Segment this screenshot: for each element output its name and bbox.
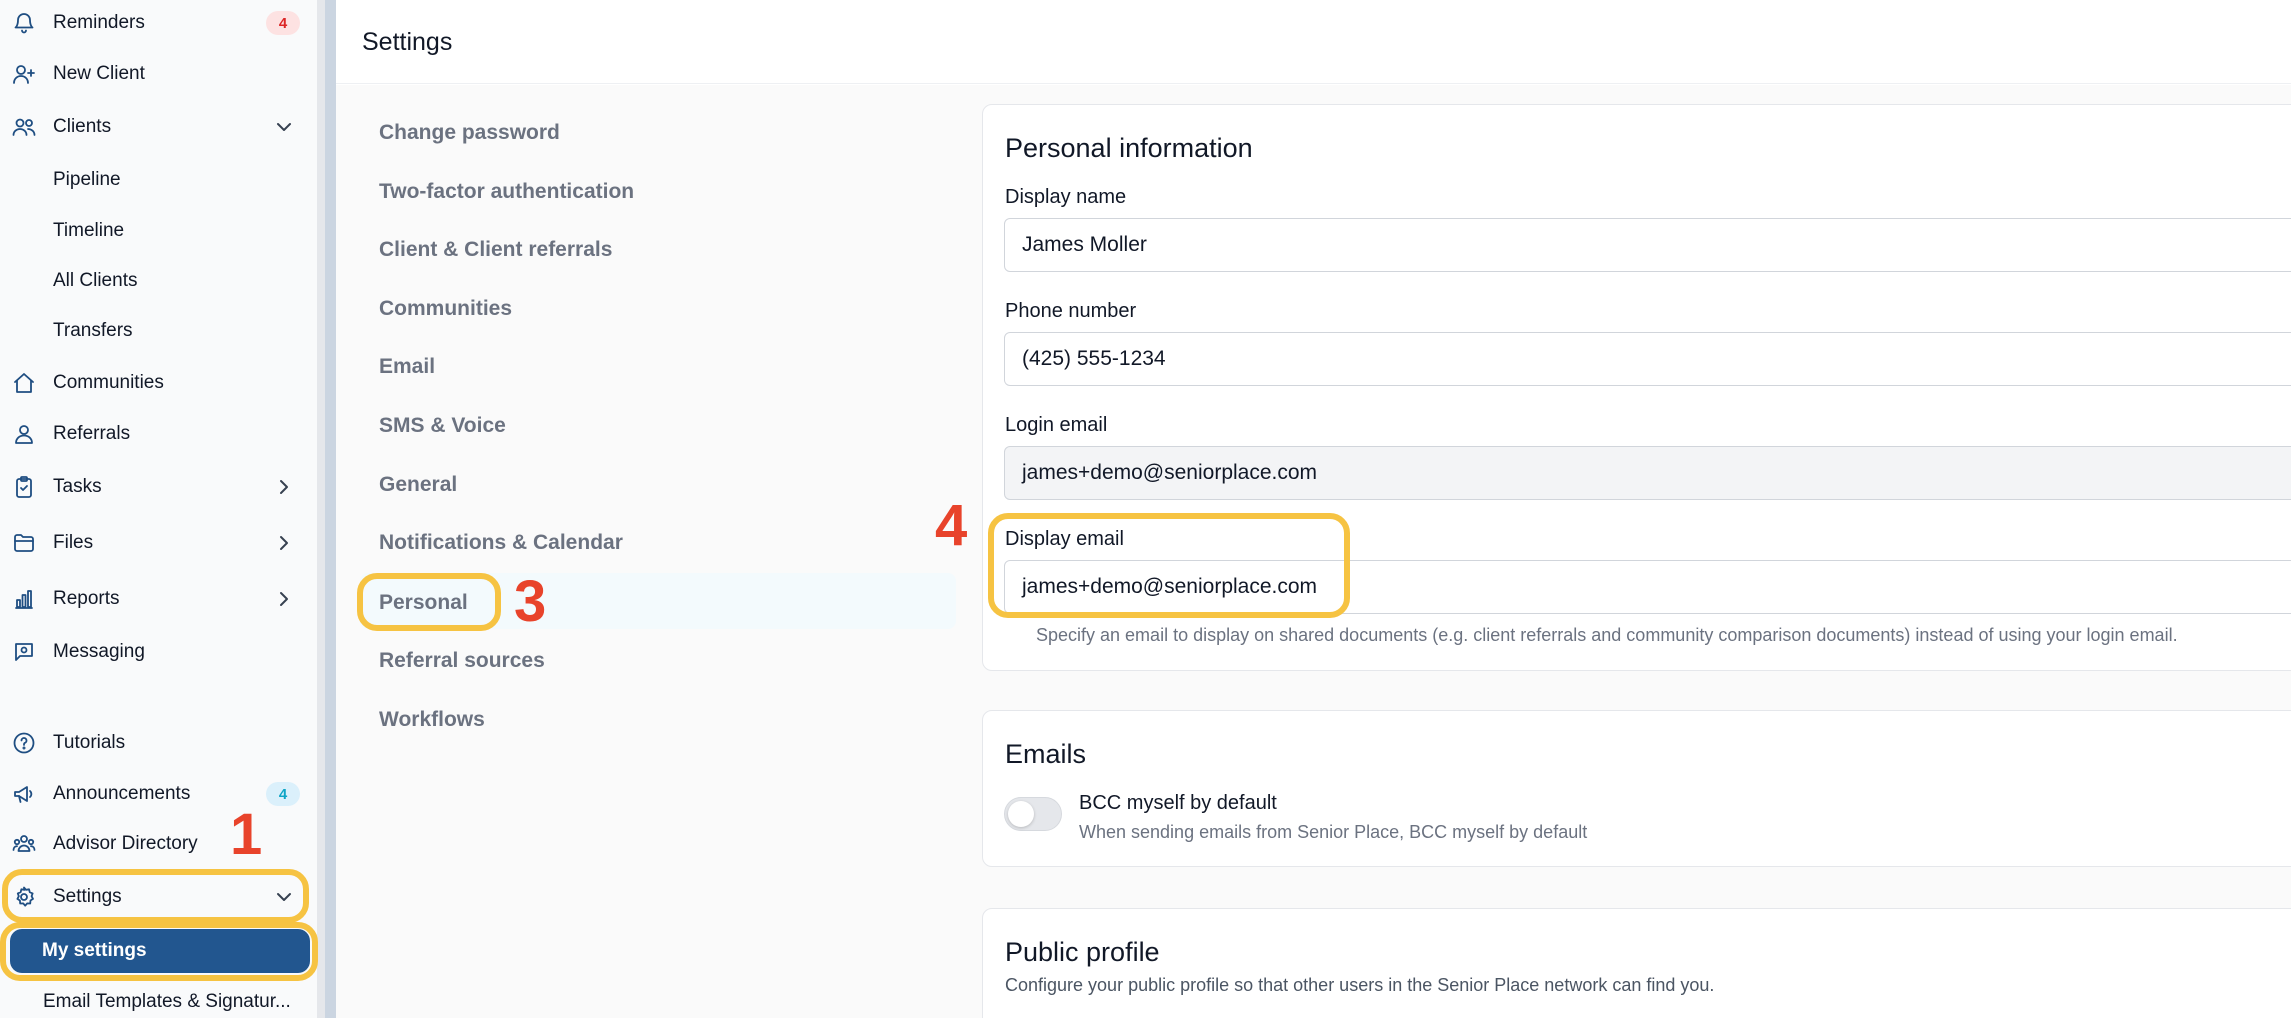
public-profile-description: Configure your public profile so that ot… — [1005, 975, 1715, 995]
user-group-icon — [10, 830, 38, 858]
menu-item-email[interactable]: Email — [379, 355, 435, 379]
emails-title: Emails — [1005, 739, 1087, 769]
user-icon — [10, 420, 38, 448]
sidebar-item-label: Files — [53, 532, 94, 553]
folder-icon — [10, 529, 38, 557]
home-icon — [10, 369, 38, 397]
sidebar-item-clients[interactable]: Clients — [0, 105, 317, 149]
sidebar-item-announcements[interactable]: Announcements 4 — [0, 772, 317, 816]
step-3-annotation: 3 — [514, 569, 547, 634]
toggle-knob — [1008, 801, 1034, 827]
emails-card — [982, 710, 2291, 867]
sidebar-item-label: Reports — [53, 588, 120, 609]
my-settings-highlight-ring — [0, 922, 318, 981]
display-email-hint: Specify an email to display on shared do… — [1036, 625, 2178, 645]
chat-icon — [10, 638, 38, 666]
sidebar-item-advisor-directory[interactable]: Advisor Directory — [0, 822, 317, 866]
sidebar-item-new-client[interactable]: New Client — [0, 52, 317, 96]
menu-item-general[interactable]: General — [379, 473, 457, 497]
sidebar-resize-handle[interactable] — [325, 0, 336, 1018]
menu-item-communities[interactable]: Communities — [379, 297, 512, 321]
bcc-toggle[interactable] — [1004, 797, 1062, 831]
sidebar-item-communities[interactable]: Communities — [0, 361, 317, 405]
sidebar-subitem-pipeline[interactable]: Pipeline — [53, 160, 121, 200]
reminders-count-badge: 4 — [266, 11, 300, 35]
settings-highlight-ring — [2, 869, 309, 923]
personal-highlight-ring — [357, 573, 501, 631]
clipboard-check-icon — [10, 473, 38, 501]
menu-item-sms-voice[interactable]: SMS & Voice — [379, 414, 506, 438]
menu-item-client-referrals[interactable]: Client & Client referrals — [379, 238, 612, 262]
sidebar-item-label: Referrals — [53, 423, 131, 444]
chevron-down-icon[interactable] — [272, 115, 296, 139]
page-header — [336, 0, 2291, 84]
sidebar-subitem-email-templates[interactable]: Email Templates & Signatur... — [43, 982, 303, 1018]
bar-chart-icon — [10, 585, 38, 613]
help-circle-icon — [10, 729, 38, 757]
step-4-annotation: 4 — [935, 493, 968, 558]
phone-field[interactable]: (425) 555-1234 — [1004, 332, 2291, 386]
sidebar-item-label: New Client — [53, 63, 145, 84]
bcc-description: When sending emails from Senior Place, B… — [1079, 822, 1588, 842]
sidebar-item-tutorials[interactable]: Tutorials — [0, 721, 317, 765]
phone-value: (425) 555-1234 — [1022, 347, 1166, 370]
bcc-label: BCC myself by default — [1079, 792, 1277, 814]
chevron-right-icon[interactable] — [272, 587, 296, 611]
sidebar-item-tasks[interactable]: Tasks — [0, 465, 317, 509]
sidebar-subitem-timeline[interactable]: Timeline — [53, 211, 124, 251]
menu-item-referral-sources[interactable]: Referral sources — [379, 649, 545, 673]
menu-item-two-factor[interactable]: Two-factor authentication — [379, 180, 634, 204]
sidebar-item-reminders[interactable]: Reminders 4 — [0, 1, 317, 45]
sidebar-item-reports[interactable]: Reports — [0, 577, 317, 621]
menu-item-change-password[interactable]: Change password — [379, 121, 560, 145]
step-1-annotation: 1 — [230, 802, 263, 867]
user-plus-icon — [10, 60, 38, 88]
chevron-right-icon[interactable] — [272, 475, 296, 499]
menu-item-workflows[interactable]: Workflows — [379, 708, 485, 732]
sidebar-subitem-all-clients[interactable]: All Clients — [53, 261, 137, 301]
sidebar-item-label: Advisor Directory — [53, 833, 198, 854]
public-profile-card — [982, 908, 2291, 1018]
sidebar-item-label: Announcements — [53, 783, 191, 804]
display-name-label: Display name — [1005, 186, 1127, 208]
sidebar-subitem-transfers[interactable]: Transfers — [53, 311, 133, 351]
sidebar-item-label: Reminders — [53, 12, 145, 33]
sidebar-item-referrals[interactable]: Referrals — [0, 412, 317, 456]
bell-icon — [10, 9, 38, 37]
login-email-value: james+demo@seniorplace.com — [1022, 461, 1318, 484]
sidebar-item-label: Tasks — [53, 476, 102, 497]
sidebar-item-label: Tutorials — [53, 732, 126, 753]
sidebar-item-label: Communities — [53, 372, 164, 393]
display-email-highlight-ring — [988, 513, 1350, 618]
login-email-label: Login email — [1005, 414, 1108, 436]
megaphone-icon — [10, 780, 38, 808]
display-name-field[interactable]: James Moller — [1004, 218, 2291, 272]
sidebar-item-label: Clients — [53, 116, 112, 137]
sidebar-item-messaging[interactable]: Messaging — [0, 630, 317, 674]
announcements-count-badge: 4 — [266, 782, 300, 806]
sidebar-item-label: Messaging — [53, 641, 145, 662]
menu-item-notifications[interactable]: Notifications & Calendar — [379, 531, 623, 555]
personal-info-title: Personal information — [1005, 133, 1253, 163]
sidebar-item-files[interactable]: Files — [0, 521, 317, 565]
phone-label: Phone number — [1005, 300, 1137, 322]
login-email-field: james+demo@seniorplace.com — [1004, 446, 2291, 500]
display-name-value: James Moller — [1022, 233, 1147, 256]
public-profile-title: Public profile — [1005, 937, 1160, 967]
chevron-right-icon[interactable] — [272, 531, 296, 555]
users-icon — [10, 113, 38, 141]
page-title: Settings — [362, 28, 453, 56]
